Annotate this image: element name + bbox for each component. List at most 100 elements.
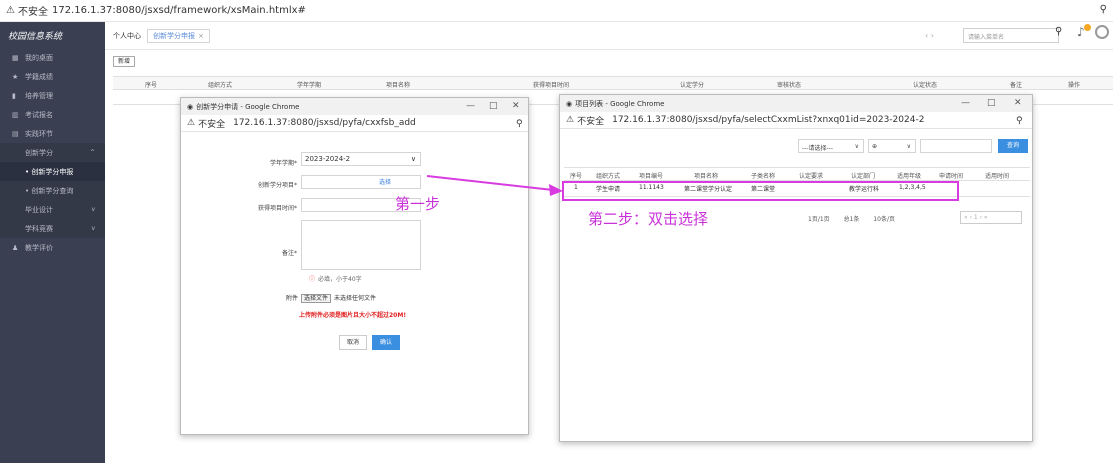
select-value: ---请选择--- — [802, 145, 833, 152]
warning-icon: ⚠ — [566, 115, 575, 125]
alert-icon: ⓘ — [309, 276, 316, 283]
sidebar-item-desktop[interactable]: ▦ 我的桌面 — [0, 48, 105, 67]
zoom-icon[interactable]: ⚲ — [516, 119, 523, 129]
sidebar-sub-contest[interactable]: 学科竞赛 v — [0, 219, 105, 238]
select-project-link[interactable]: 选择 — [379, 177, 391, 186]
hint-text: 必填，小于40字 — [318, 276, 362, 283]
remark-textarea[interactable] — [301, 220, 421, 270]
keyword-input[interactable] — [920, 139, 992, 153]
col-header: 申请时间 — [939, 173, 964, 180]
query-button[interactable]: 查询 — [998, 139, 1028, 153]
category-select[interactable]: ---请选择--- ∨ — [798, 139, 864, 153]
dialog-title-bar: ◉ 创新学分申请 - Google Chrome — □ ✕ — [181, 98, 528, 115]
col-header: 审核状态 — [777, 82, 802, 89]
table-header: 序号 组织方式 学年学期 项目名称 获得项目时间 认定学分 审核状态 认定状态 … — [113, 76, 1113, 90]
col-header: 子类名称 — [751, 173, 776, 180]
project-field[interactable] — [301, 175, 421, 189]
confirm-button[interactable]: 确认 — [372, 335, 400, 350]
sidebar-item-label: 创新学分 — [25, 148, 53, 157]
url-text[interactable]: 172.16.1.37:8080/jsxsd/pyfa/selectCxxmLi… — [612, 115, 924, 125]
sidebar-item-label: 学科竞赛 — [25, 224, 53, 233]
dialog-title: 创新学分申请 - Google Chrome — [196, 102, 300, 111]
minimize-icon[interactable]: — — [961, 98, 970, 108]
term-value: 2023-2024-2 — [305, 155, 351, 163]
project-list-window: ◉ 项目列表 - Google Chrome — □ ✕ ⚠ 不安全 172.1… — [559, 94, 1033, 442]
chevron-down-icon: ∨ — [410, 155, 416, 163]
close-icon[interactable]: ✕ — [512, 101, 520, 111]
top-bar: 个人中心 创新学分申报 × ‹ › 请输入菜单名 ⚲ ♪ — [105, 22, 1113, 50]
sidebar-item-grades[interactable]: ★ 学籍成绩 — [0, 67, 105, 86]
chevron-up-icon: ^ — [89, 149, 95, 156]
chevron-down-icon: v — [91, 206, 95, 213]
sidebar-item-practice[interactable]: ▤ 实践环节 — [0, 124, 105, 143]
book-icon: ▮ — [12, 91, 16, 100]
col-header: 学年学期 — [297, 82, 322, 89]
grid-icon: ▦ — [12, 53, 19, 62]
security-label: 不安全 — [198, 119, 226, 130]
sidebar-sub-thesis[interactable]: 毕业设计 v — [0, 200, 105, 219]
sidebar-sub-apply[interactable]: • 创新学分申报 — [0, 162, 105, 181]
tab-nav-arrows[interactable]: ‹ › — [925, 31, 934, 40]
col-header: 操作 — [1068, 82, 1081, 89]
star-icon: ★ — [12, 72, 19, 81]
dialog-title: 项目列表 - Google Chrome — [575, 99, 665, 108]
col-header: 项目编号 — [639, 173, 664, 180]
condition-select[interactable]: ⊕ ∨ — [868, 139, 916, 153]
arrow-head — [549, 184, 563, 196]
chrome-icon: ◉ — [187, 102, 194, 111]
apply-dialog-window: ◉ 创新学分申请 - Google Chrome — □ ✕ ⚠ 不安全 172… — [180, 97, 529, 435]
term-select[interactable]: 2023-2024-2 ∨ — [301, 152, 421, 166]
sidebar-item-label: • 创新学分申报 — [25, 167, 74, 176]
col-header: 备注 — [1010, 82, 1023, 89]
sidebar-item-label: 实践环节 — [25, 129, 53, 138]
arrow-line — [426, 175, 554, 191]
home-link[interactable]: 个人中心 — [113, 31, 141, 41]
sidebar-item-exam[interactable]: ▥ 考试报名 — [0, 105, 105, 124]
sidebar-item-label: 学籍成绩 — [25, 72, 53, 81]
close-icon[interactable]: ✕ — [1014, 98, 1022, 108]
close-icon[interactable]: × — [198, 32, 204, 40]
sidebar-item-label: 培养管理 — [25, 91, 53, 100]
address-bar[interactable]: ⚠ 不安全 172.16.1.37:8080/jsxsd/framework/x… — [0, 0, 1113, 22]
pagination-info: 1页/1页 总1条 10条/页 — [808, 214, 907, 223]
page-size[interactable]: 10条/页 — [873, 216, 895, 223]
menu-search-input[interactable]: 请输入菜单名 — [963, 28, 1059, 43]
sidebar-sub-query[interactable]: • 创新学分查询 — [0, 181, 105, 200]
avatar[interactable] — [1095, 25, 1109, 39]
upload-warning: 上传附件必须是图片且大小不超过20M! — [299, 312, 407, 319]
add-button[interactable]: 新增 — [113, 56, 135, 67]
project-table-header: 序号 组织方式 项目编号 项目名称 子类名称 认定要求 认定部门 适用年级 申请… — [564, 167, 1030, 181]
maximize-icon[interactable]: □ — [987, 98, 996, 108]
security-label: 不安全 — [17, 7, 48, 18]
tab-innovation-apply[interactable]: 创新学分申报 × — [147, 28, 210, 43]
col-header: 项目名称 — [694, 173, 719, 180]
time-label: 获得项目时间* — [257, 205, 297, 212]
row-highlight-box — [562, 181, 959, 201]
select-value: ⊕ — [872, 143, 878, 150]
sidebar-sub-innovation[interactable]: 创新学分 ^ — [0, 143, 105, 162]
cancel-button[interactable]: 取消 — [339, 335, 367, 350]
pagination-nav[interactable]: « ‹ 1 › » — [960, 211, 1022, 224]
page-count: 1页/1页 — [808, 216, 830, 223]
dialog-address-bar[interactable]: ⚠ 不安全 172.16.1.37:8080/jsxsd/pyfa/select… — [560, 112, 1032, 129]
sidebar-item-training[interactable]: ▮ 培养管理 — [0, 86, 105, 105]
maximize-icon[interactable]: □ — [489, 101, 498, 111]
project-label: 创新学分项目* — [257, 182, 297, 189]
zoom-icon[interactable]: ⚲ — [1016, 116, 1023, 126]
sidebar-item-label: 考试报名 — [25, 110, 53, 119]
sidebar-item-label: 教学评价 — [25, 243, 53, 252]
search-icon[interactable]: ⚲ — [1055, 26, 1062, 37]
sidebar-item-evaluation[interactable]: ♟ 教学评价 — [0, 238, 105, 257]
url-text[interactable]: 172.16.1.37:8080/jsxsd/framework/xsMain.… — [52, 5, 306, 16]
security-label: 不安全 — [577, 116, 605, 127]
chevron-down-icon: ∨ — [854, 143, 859, 150]
col-header: 组织方式 — [596, 173, 621, 180]
zoom-icon[interactable]: ⚲ — [1100, 4, 1107, 15]
minimize-icon[interactable]: — — [466, 101, 475, 111]
choose-file-button[interactable]: 选择文件 — [301, 294, 332, 303]
dialog-address-bar[interactable]: ⚠ 不安全 172.16.1.37:8080/jsxsd/pyfa/cxxfsb… — [181, 115, 528, 132]
col-header: 认定要求 — [799, 173, 824, 180]
total-count: 总1条 — [843, 216, 860, 223]
url-text[interactable]: 172.16.1.37:8080/jsxsd/pyfa/cxxfsb_add — [233, 118, 416, 128]
sidebar-item-label: • 创新学分查询 — [25, 186, 74, 195]
